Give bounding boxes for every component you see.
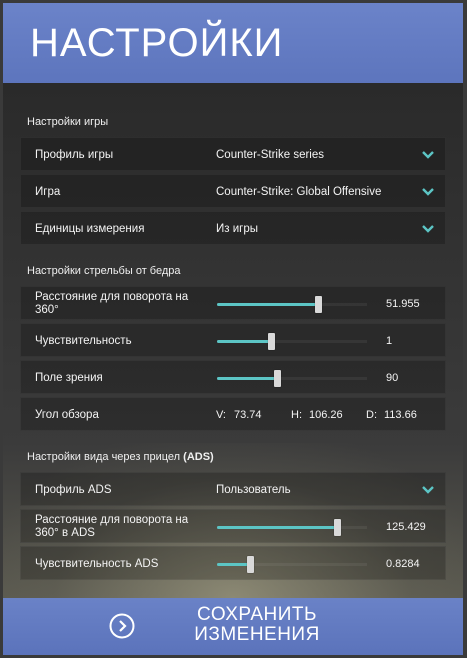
slider-thumb[interactable] [247, 556, 254, 573]
header: НАСТРОЙКИ [3, 3, 463, 84]
slider-row-ads-rotation: Расстояние для поворота на 360° в ADS 12… [20, 509, 446, 543]
slider-row-sensitivity: Чувствительность 1 [20, 323, 446, 357]
slider-thumb[interactable] [334, 519, 341, 536]
save-changes-button[interactable]: СОХРАНИТЬ ИЗМЕНЕНИЯ [3, 598, 463, 655]
angle-d-value: 113.66 [384, 409, 417, 421]
row-label: Профиль ADS [35, 483, 112, 496]
slider-row-rotation: Расстояние для поворота на 360° 51.955 [20, 286, 446, 320]
slider-fill [217, 526, 337, 529]
slider-value: 0.8284 [386, 558, 420, 570]
slider-fill [217, 377, 277, 380]
dropdown-ads-profile[interactable]: Профиль ADS Пользователь [20, 472, 446, 506]
row-label: Единицы измерения [35, 222, 145, 235]
chevron-down-icon[interactable] [421, 149, 435, 161]
slider-value: 90 [386, 372, 399, 384]
save-changes-label: СОХРАНИТЬ ИЗМЕНЕНИЯ [194, 604, 320, 645]
chevron-down-icon[interactable] [421, 223, 435, 235]
slider-row-fov: Поле зрения 90 [20, 360, 446, 394]
footer: СОХРАНИТЬ ИЗМЕНЕНИЯ [3, 598, 463, 655]
slider-value: 1 [386, 335, 393, 347]
page-title: НАСТРОЙКИ [30, 21, 284, 65]
chevron-down-icon[interactable] [421, 484, 435, 496]
row-value: Counter-Strike series [216, 149, 325, 161]
row-label: Расстояние для поворота на 360° [35, 291, 189, 316]
row-label: Профиль игры [35, 148, 114, 161]
view-angle-row: Угол обзора V: 73.74 H: 106.26 D: 113.66 [20, 397, 446, 431]
dropdown-game-profile[interactable]: Профиль игры Counter-Strike series [20, 137, 446, 171]
angle-v-label: V: [216, 409, 226, 421]
slider-thumb[interactable] [315, 296, 322, 313]
slider-row-ads-sensitivity: Чувствительность ADS 0.8284 [20, 546, 446, 580]
chevron-down-icon[interactable] [421, 186, 435, 198]
slider-fill [217, 563, 250, 566]
slider-value: 51.955 [386, 298, 420, 310]
slider-fill [217, 340, 271, 343]
row-label: Чувствительность ADS [35, 557, 159, 570]
section-title-ads: Настройки вида через прицел (ADS) [27, 451, 214, 463]
angle-h-label: H: [291, 409, 302, 421]
angle-h-value: 106.26 [309, 409, 343, 421]
slider-thumb[interactable] [274, 370, 281, 387]
slider-fill [217, 303, 318, 306]
section-title-ads-main: Настройки вида через прицел [27, 451, 181, 463]
slider-thumb[interactable] [268, 333, 275, 350]
dropdown-units[interactable]: Единицы измерения Из игры [20, 211, 446, 245]
angle-d-label: D: [366, 409, 377, 421]
slider-value: 125.429 [386, 521, 426, 533]
chevron-right-circle-icon [109, 613, 135, 639]
section-title-hip: Настройки стрельбы от бедра [27, 265, 181, 277]
row-label: Поле зрения [35, 371, 103, 384]
angle-v-value: 73.74 [234, 409, 262, 421]
row-value: Пользователь [216, 484, 291, 496]
row-value: Из игры [216, 223, 259, 235]
settings-window: НАСТРОЙКИ Настройки игры Профиль игры Co… [0, 0, 467, 658]
settings-panel[interactable]: Настройки игры Профиль игры Counter-Stri… [3, 83, 463, 598]
section-title-game: Настройки игры [27, 116, 109, 128]
row-label: Расстояние для поворота на 360° в ADS [35, 514, 189, 539]
dropdown-game[interactable]: Игра Counter-Strike: Global Offensive [20, 174, 446, 208]
row-label: Чувствительность [35, 334, 132, 347]
section-title-ads-bold: (ADS) [183, 451, 214, 463]
row-value: Counter-Strike: Global Offensive [216, 186, 382, 198]
row-label: Игра [35, 185, 61, 198]
row-label: Угол обзора [35, 408, 99, 421]
